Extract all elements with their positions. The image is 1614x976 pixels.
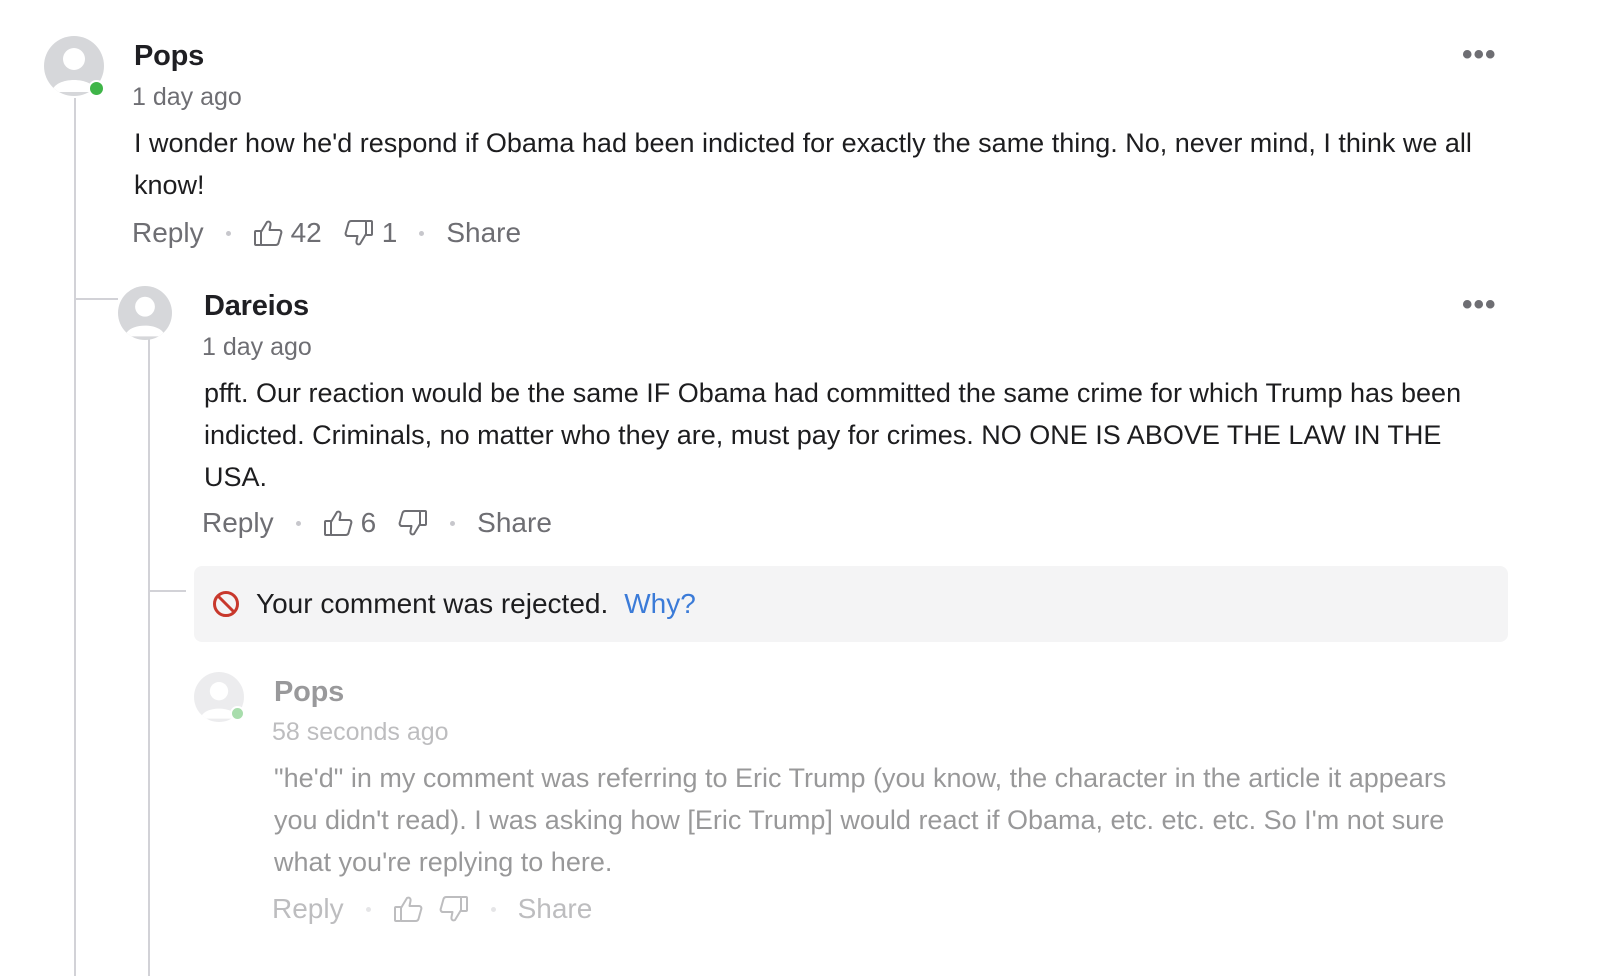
- avatar[interactable]: [118, 286, 172, 340]
- like-button[interactable]: 42: [253, 217, 322, 249]
- why-link[interactable]: Why?: [624, 588, 696, 620]
- dislike-button[interactable]: 1: [344, 217, 398, 249]
- comment-2: Dareios 1 day ago pfft. Our reaction wou…: [0, 270, 1614, 560]
- separator-dot: [450, 520, 456, 526]
- separator-dot: [365, 906, 371, 912]
- comment-text: "he'd" in my comment was referring to Er…: [274, 763, 1447, 877]
- share-button[interactable]: Share: [446, 217, 521, 249]
- comment-timestamp: 58 seconds ago: [272, 718, 449, 746]
- dislike-count: 1: [381, 217, 398, 248]
- comment-author[interactable]: Pops: [134, 40, 204, 73]
- thumbs-up-icon: [253, 220, 282, 246]
- reply-button[interactable]: Reply: [202, 507, 274, 539]
- dislike-button[interactable]: [439, 895, 469, 923]
- comment-timestamp: 1 day ago: [132, 83, 242, 111]
- comment-1: Pops 1 day ago I wonder how he'd respond…: [0, 0, 1614, 270]
- thumbs-down-icon: [398, 510, 428, 536]
- comment-actions: Reply 42 1 Share: [132, 213, 521, 253]
- comment-actions: Reply 6 Share: [202, 503, 552, 543]
- like-count: 42: [290, 217, 322, 248]
- rejection-notice: Your comment was rejected. Why?: [194, 566, 1508, 642]
- like-button[interactable]: [393, 895, 423, 923]
- reply-button[interactable]: Reply: [272, 893, 344, 925]
- like-count: 6: [360, 507, 377, 538]
- rejection-message: Your comment was rejected.: [256, 588, 609, 619]
- blocked-icon: [213, 591, 239, 617]
- user-avatar-icon: [125, 296, 165, 337]
- thumbs-up-icon: [393, 896, 422, 922]
- comment-text: pfft. Our reaction would be the same IF …: [204, 378, 1462, 492]
- online-status-dot: [230, 706, 245, 721]
- reply-button[interactable]: Reply: [132, 217, 204, 249]
- more-options-icon[interactable]: •••: [1462, 290, 1497, 320]
- comment-3: Pops 58 seconds ago "he'd" in my comment…: [0, 660, 1614, 976]
- share-button[interactable]: Share: [477, 507, 552, 539]
- separator-dot: [295, 520, 301, 526]
- separator-dot: [490, 906, 496, 912]
- thumbs-up-icon: [323, 510, 352, 536]
- comment-author[interactable]: Pops: [274, 676, 344, 709]
- share-button[interactable]: Share: [518, 893, 593, 925]
- separator-dot: [225, 230, 231, 236]
- online-status-dot: [88, 80, 105, 97]
- like-button[interactable]: 6: [323, 507, 377, 539]
- thread-branch-reply-2: [148, 590, 186, 592]
- comment-actions: Reply Share: [272, 889, 592, 929]
- dislike-button[interactable]: [398, 509, 428, 537]
- thumbs-down-icon: [344, 220, 373, 246]
- separator-dot: [419, 230, 425, 236]
- more-options-icon[interactable]: •••: [1462, 40, 1497, 70]
- comment-text: I wonder how he'd respond if Obama had b…: [134, 128, 1472, 200]
- comment-author[interactable]: Dareios: [204, 290, 309, 323]
- thumbs-down-icon: [439, 896, 468, 922]
- comment-timestamp: 1 day ago: [202, 333, 312, 361]
